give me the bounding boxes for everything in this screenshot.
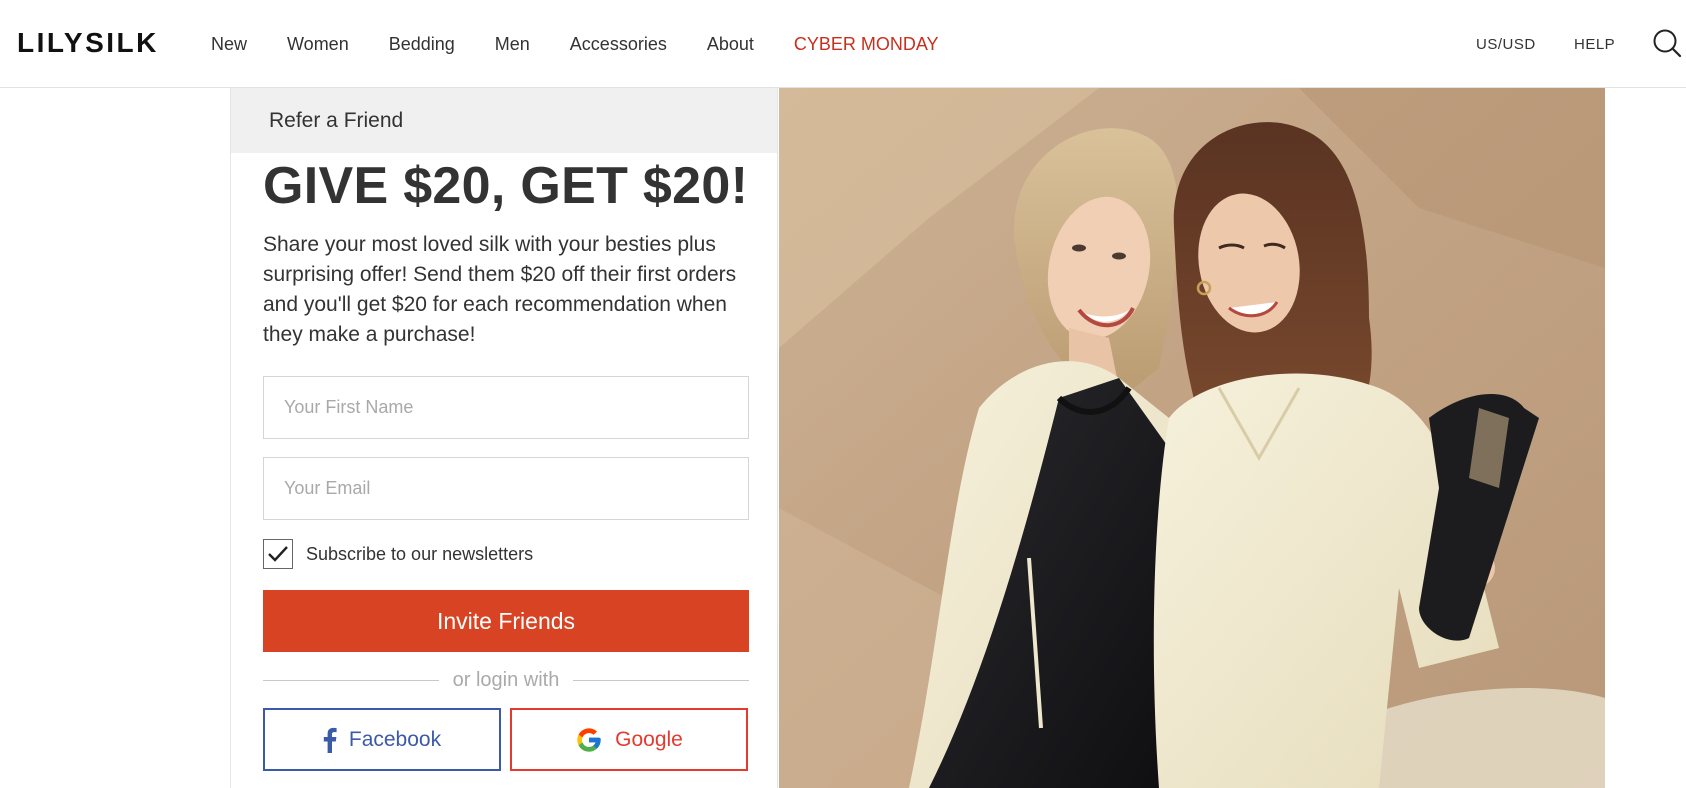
facebook-label: Facebook <box>348 727 442 751</box>
region-currency-selector[interactable]: US/USD <box>1476 0 1536 88</box>
nav-item-about[interactable]: About <box>707 34 754 55</box>
help-link[interactable]: HELP <box>1574 0 1615 88</box>
nav-item-accessories[interactable]: Accessories <box>570 34 667 55</box>
hero-image <box>779 88 1605 788</box>
google-icon <box>575 726 603 754</box>
facebook-login-button[interactable]: Facebook <box>263 708 501 771</box>
subscribe-checkbox[interactable] <box>263 539 293 569</box>
refer-tab[interactable]: Refer a Friend <box>231 88 777 153</box>
first-name-input[interactable] <box>263 376 749 439</box>
refer-description: Share your most loved silk with your bes… <box>263 233 737 346</box>
facebook-icon <box>323 727 337 753</box>
site-header: LILYSILK New Women Bedding Men Accessori… <box>0 0 1686 88</box>
checkmark-icon <box>268 546 288 562</box>
nav-item-women[interactable]: Women <box>287 34 349 55</box>
site-logo[interactable]: LILYSILK <box>17 27 159 59</box>
search-icon[interactable] <box>1652 28 1682 58</box>
invite-friends-button[interactable]: Invite Friends <box>263 590 749 652</box>
divider-line-right <box>573 680 749 681</box>
refer-panel: Refer a Friend GIVE $20, GET $20! Share … <box>230 88 778 788</box>
nav-item-men[interactable]: Men <box>495 34 530 55</box>
nav-item-new[interactable]: New <box>211 34 247 55</box>
google-label: Google <box>615 727 683 751</box>
main-nav: New Women Bedding Men Accessories About … <box>211 0 979 88</box>
nav-item-cyber-monday[interactable]: CYBER MONDAY <box>794 34 939 55</box>
google-login-button[interactable]: Google <box>510 708 748 771</box>
login-divider: or login with <box>263 669 749 691</box>
refer-headline: GIVE $20, GET $20! <box>263 157 749 215</box>
refer-tab-label: Refer a Friend <box>269 108 404 132</box>
subscribe-label: Subscribe to our newsletters <box>306 544 534 564</box>
nav-item-bedding[interactable]: Bedding <box>389 34 455 55</box>
email-input[interactable] <box>263 457 749 520</box>
